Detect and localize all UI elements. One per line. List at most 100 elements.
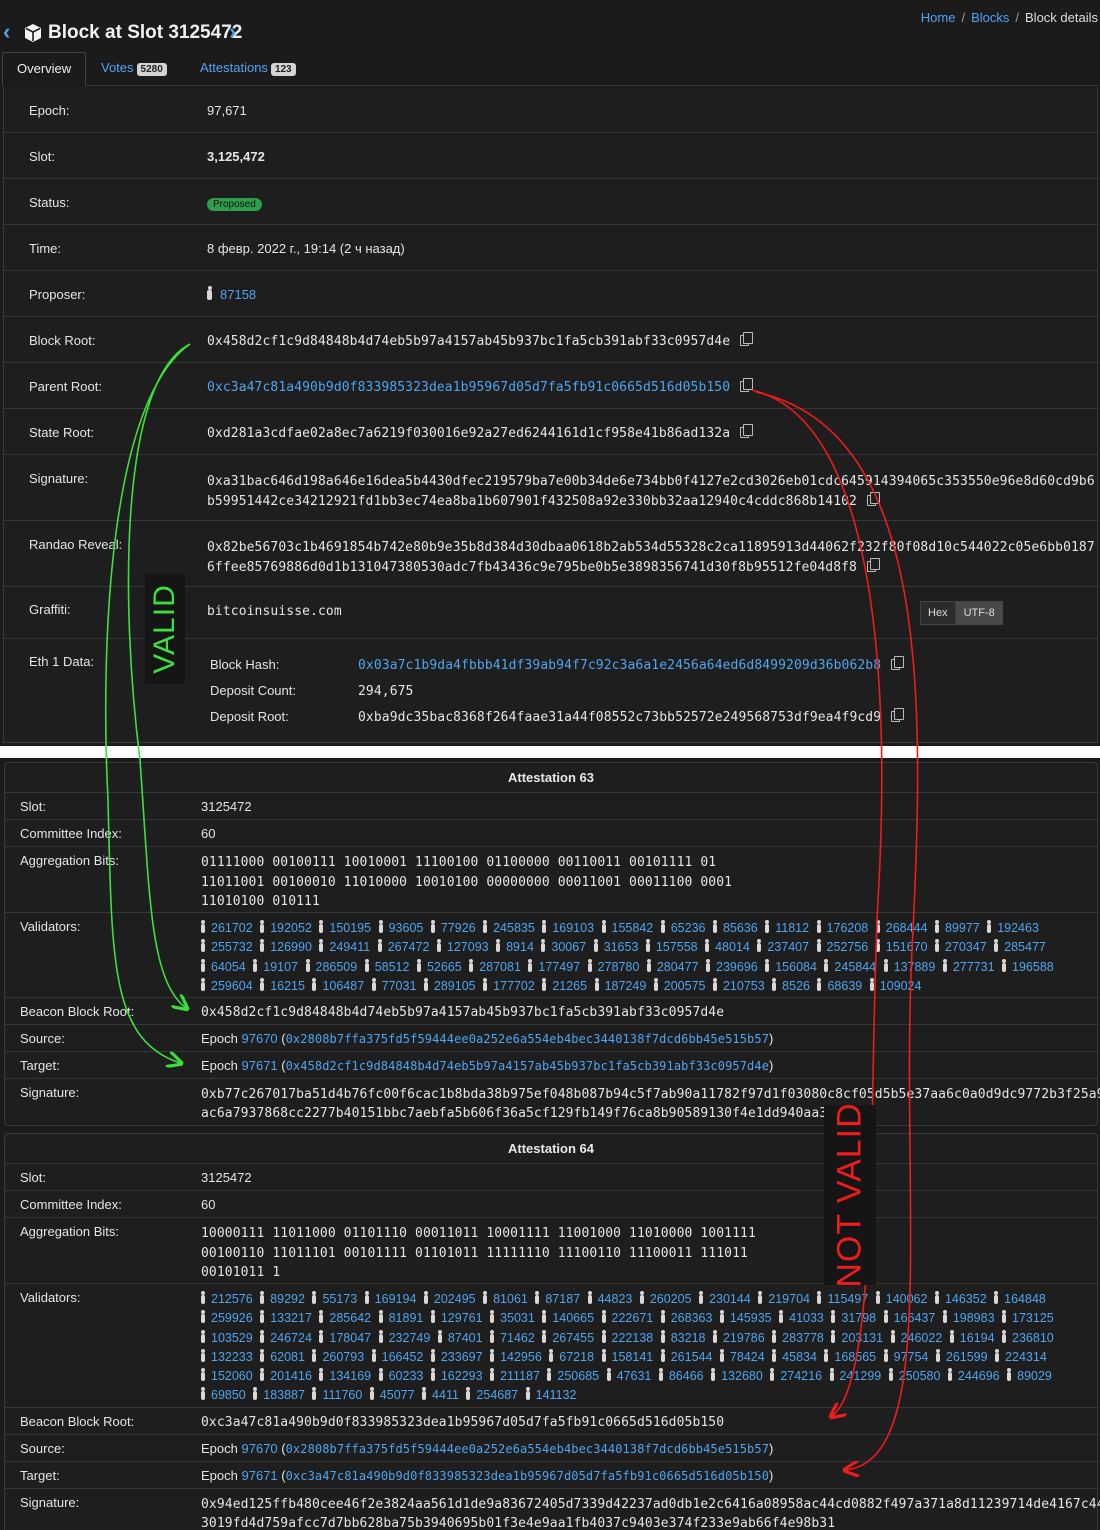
validator-link[interactable]: 4411	[432, 1388, 459, 1402]
validator-link[interactable]: 21265	[552, 979, 587, 993]
validator-link[interactable]: 274216	[780, 1369, 822, 1383]
validator-item[interactable]: 52665	[416, 958, 462, 974]
validator-link[interactable]: 68639	[827, 979, 862, 993]
validator-link[interactable]: 202495	[434, 1292, 476, 1306]
validator-link[interactable]: 250580	[899, 1369, 941, 1383]
validator-item[interactable]: 126990	[260, 939, 312, 954]
validator-item[interactable]: 261599	[935, 1348, 988, 1364]
validator-link[interactable]: 210753	[723, 979, 765, 993]
validator-link[interactable]: 44823	[598, 1292, 633, 1306]
validator-link[interactable]: 19107	[263, 960, 298, 974]
validator-item[interactable]: 58512	[364, 958, 409, 974]
validator-link[interactable]: 162293	[441, 1369, 483, 1383]
validator-link[interactable]: 134169	[329, 1369, 371, 1383]
validator-link[interactable]: 16194	[960, 1331, 995, 1345]
validator-item[interactable]: 97754	[883, 1348, 929, 1364]
att-slot-link[interactable]: 3125472	[201, 1170, 252, 1185]
validator-item[interactable]: 224314	[995, 1348, 1047, 1364]
validator-item[interactable]: 176208	[816, 920, 868, 935]
validator-item[interactable]: 77031	[371, 977, 417, 993]
validator-link[interactable]: 219704	[768, 1292, 810, 1306]
validator-link[interactable]: 77031	[382, 979, 417, 993]
validator-link[interactable]: 241299	[840, 1369, 882, 1383]
validator-link[interactable]: 103529	[211, 1331, 253, 1345]
validator-link[interactable]: 55173	[322, 1292, 357, 1306]
validator-link[interactable]: 89977	[945, 921, 980, 935]
breadcrumb-home[interactable]: Home	[921, 10, 956, 25]
validator-link[interactable]: 287081	[479, 960, 521, 974]
validator-item[interactable]: 270347	[934, 939, 987, 954]
validator-item[interactable]: 285642	[319, 1310, 371, 1325]
validator-link[interactable]: 222138	[612, 1331, 654, 1345]
validator-link[interactable]: 64054	[211, 960, 246, 974]
validator-link[interactable]: 252756	[827, 940, 869, 954]
copy-icon[interactable]	[740, 332, 754, 346]
validator-link[interactable]: 126990	[270, 940, 312, 954]
validator-link[interactable]: 140062	[886, 1292, 928, 1306]
validator-item[interactable]: 16215	[260, 977, 305, 993]
validator-item[interactable]: 212576	[201, 1291, 253, 1306]
validator-link[interactable]: 183887	[263, 1388, 305, 1402]
validator-link[interactable]: 285477	[1004, 940, 1046, 954]
validator-link[interactable]: 8526	[782, 979, 810, 993]
prev-block-chevron-left-icon[interactable]: ‹	[3, 20, 10, 44]
validator-link[interactable]: 77926	[441, 921, 476, 935]
validator-item[interactable]: 192463	[987, 920, 1039, 935]
validator-item[interactable]: 178047	[319, 1329, 371, 1345]
att-beacon-root-link[interactable]: 0x458d2cf1c9d84848b4d74eb5b97a4157ab45b9…	[201, 1005, 724, 1020]
validator-item[interactable]: 233697	[430, 1348, 483, 1364]
validator-link[interactable]: 270347	[945, 940, 987, 954]
validator-link[interactable]: 246724	[270, 1331, 312, 1345]
validator-item[interactable]: 19107	[253, 958, 298, 974]
validator-link[interactable]: 140665	[552, 1311, 594, 1325]
validator-item[interactable]: 35031	[490, 1310, 535, 1325]
validator-link[interactable]: 155842	[612, 921, 654, 935]
validator-link[interactable]: 200575	[664, 979, 706, 993]
validator-link[interactable]: 97754	[894, 1350, 929, 1364]
validator-item[interactable]: 65236	[660, 920, 706, 935]
validator-item[interactable]: 132233	[201, 1348, 253, 1364]
validator-item[interactable]: 267472	[377, 939, 429, 954]
breadcrumb-blocks[interactable]: Blocks	[971, 10, 1009, 25]
validator-link[interactable]: 52665	[427, 960, 462, 974]
validator-link[interactable]: 132233	[211, 1350, 253, 1364]
validator-link[interactable]: 192052	[270, 921, 312, 935]
hex-button[interactable]: Hex	[920, 601, 956, 625]
validator-link[interactable]: 65236	[671, 921, 706, 935]
validator-item[interactable]: 60233	[378, 1368, 424, 1383]
validator-item[interactable]: 249411	[319, 939, 370, 954]
validator-item[interactable]: 261702	[201, 920, 253, 935]
validator-item[interactable]: 64054	[201, 958, 246, 974]
validator-link[interactable]: 158141	[612, 1350, 654, 1364]
validator-link[interactable]: 156084	[775, 960, 817, 974]
validator-item[interactable]: 146352	[934, 1291, 987, 1306]
copy-icon[interactable]	[867, 558, 880, 572]
validator-item[interactable]: 81061	[483, 1291, 528, 1306]
validator-link[interactable]: 192463	[997, 921, 1039, 935]
validator-item[interactable]: 44823	[587, 1291, 633, 1306]
validator-item[interactable]: 289105	[423, 977, 476, 993]
validator-item[interactable]: 202495	[423, 1291, 476, 1306]
tab-attestations[interactable]: Attestations 123	[186, 52, 310, 86]
validator-item[interactable]: 187249	[594, 977, 646, 993]
validator-item[interactable]: 150195	[319, 920, 371, 935]
validator-link[interactable]: 89292	[270, 1292, 305, 1306]
validator-item[interactable]: 261544	[660, 1348, 712, 1364]
validator-link[interactable]: 203131	[841, 1331, 883, 1345]
validator-link[interactable]: 83218	[671, 1331, 706, 1345]
validator-link[interactable]: 277731	[953, 960, 995, 974]
copy-icon[interactable]	[867, 492, 880, 506]
validator-link[interactable]: 60233	[389, 1369, 424, 1383]
validator-item[interactable]: 111760	[312, 1387, 362, 1402]
validator-item[interactable]: 192052	[260, 920, 312, 935]
validator-item[interactable]: 246022	[890, 1329, 942, 1345]
att-target-epoch-link[interactable]: 97671	[242, 1058, 278, 1073]
validator-item[interactable]: 169194	[364, 1291, 416, 1306]
validator-item[interactable]: 85636	[712, 920, 758, 935]
validator-link[interactable]: 31653	[604, 940, 639, 954]
validator-item[interactable]: 260205	[639, 1291, 692, 1306]
validator-link[interactable]: 132680	[721, 1369, 763, 1383]
att-source-root-link[interactable]: 0x2808b7ffa375fd5f59444ee0a252e6a554eb4b…	[286, 1032, 769, 1046]
validator-link[interactable]: 81891	[389, 1311, 424, 1325]
validator-link[interactable]: 261599	[946, 1350, 988, 1364]
